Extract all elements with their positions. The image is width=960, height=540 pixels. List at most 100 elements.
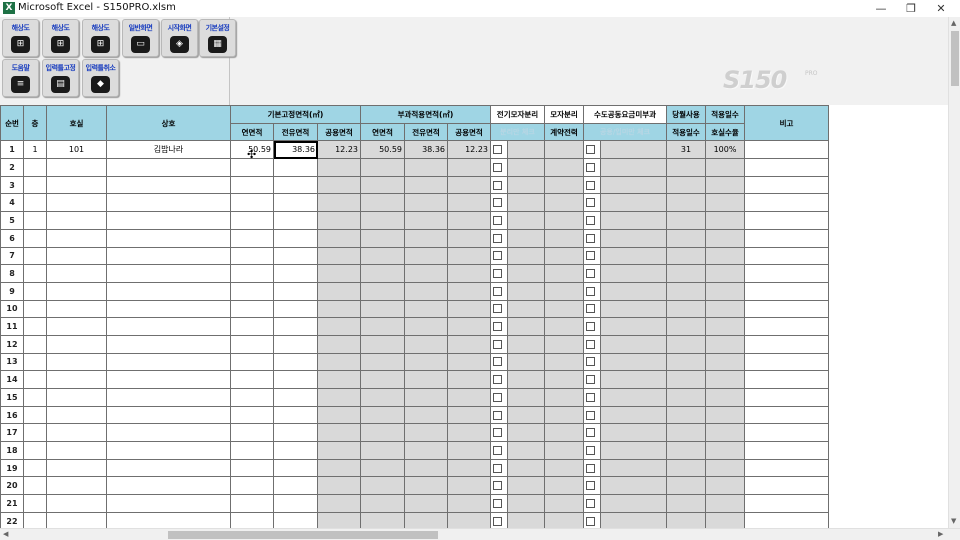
cell-cb2[interactable] <box>583 140 601 160</box>
cell-room[interactable] <box>46 193 107 213</box>
cell-waterx[interactable] <box>600 423 667 443</box>
cell-room[interactable] <box>46 281 107 301</box>
cell-note[interactable] <box>744 423 829 443</box>
cell-waterx[interactable] <box>600 211 667 230</box>
cell-contract[interactable] <box>544 246 584 266</box>
cell-own1[interactable] <box>273 476 318 496</box>
cell-name[interactable]: 김밥나라 <box>106 140 231 160</box>
cell-total1[interactable] <box>230 423 274 443</box>
cell-cb2[interactable] <box>583 228 601 248</box>
cell-name[interactable] <box>106 441 231 460</box>
cell-common1[interactable] <box>317 511 361 528</box>
checkbox[interactable] <box>586 498 595 508</box>
cell-common1[interactable] <box>317 246 361 266</box>
cell-cb1[interactable] <box>490 140 508 160</box>
checkbox[interactable] <box>493 162 502 172</box>
cell-days[interactable] <box>666 317 706 336</box>
cell-own2[interactable] <box>404 193 448 213</box>
cell-common2[interactable] <box>447 370 491 389</box>
cell-cb2[interactable] <box>583 476 601 496</box>
cell-contract[interactable] <box>544 476 584 496</box>
cell-note[interactable] <box>744 140 829 160</box>
cell-total2[interactable] <box>360 476 405 496</box>
cell-name[interactable] <box>106 246 231 266</box>
cell-rate[interactable] <box>705 334 745 354</box>
cell-cb1[interactable] <box>490 494 508 513</box>
cell-contract[interactable] <box>544 370 584 389</box>
cell-room[interactable] <box>46 228 107 248</box>
cell-n[interactable]: 10 <box>0 299 24 319</box>
cell-elecx[interactable] <box>507 476 545 496</box>
cell-n[interactable]: 6 <box>0 228 24 248</box>
cell-waterx[interactable] <box>600 476 667 496</box>
cell-rate[interactable] <box>705 370 745 389</box>
cell-waterx[interactable] <box>600 352 667 372</box>
cell-note[interactable] <box>744 193 829 213</box>
cell-common2[interactable] <box>447 388 491 407</box>
cell-floor[interactable] <box>23 423 47 443</box>
cell-own2[interactable] <box>404 228 448 248</box>
cell-contract[interactable] <box>544 441 584 460</box>
cell-name[interactable] <box>106 334 231 354</box>
toolbar-button-8[interactable]: 입력틀고정 ▤ <box>42 59 79 97</box>
cell-cb1[interactable] <box>490 370 508 389</box>
cell-room[interactable]: 101 <box>46 140 107 160</box>
cell-total2[interactable] <box>360 388 405 407</box>
cell-rate[interactable] <box>705 441 745 460</box>
cell-floor[interactable] <box>23 193 47 213</box>
cell-elecx[interactable] <box>507 352 545 372</box>
cell-n[interactable]: 3 <box>0 175 24 195</box>
checkbox[interactable] <box>586 251 595 261</box>
cell-elecx[interactable] <box>507 140 545 160</box>
cell-name[interactable] <box>106 370 231 389</box>
cell-cb2[interactable] <box>583 246 601 266</box>
cell-note[interactable] <box>744 299 829 319</box>
cell-name[interactable] <box>106 388 231 407</box>
cell-days[interactable] <box>666 281 706 301</box>
cell-room[interactable] <box>46 476 107 496</box>
cell-own2[interactable] <box>404 264 448 283</box>
cell-rate[interactable] <box>705 246 745 266</box>
checkbox[interactable] <box>493 269 502 279</box>
cell-common1[interactable] <box>317 405 361 425</box>
cell-own2[interactable] <box>404 175 448 195</box>
cell-cb2[interactable] <box>583 352 601 372</box>
checkbox[interactable] <box>586 145 595 155</box>
cell-cb1[interactable] <box>490 405 508 425</box>
cell-waterx[interactable] <box>600 388 667 407</box>
cell-rate[interactable] <box>705 494 745 513</box>
cell-rate[interactable] <box>705 281 745 301</box>
cell-own2[interactable] <box>404 388 448 407</box>
cell-room[interactable] <box>46 511 107 528</box>
cell-common2[interactable] <box>447 281 491 301</box>
cell-floor[interactable] <box>23 494 47 513</box>
cell-n[interactable]: 17 <box>0 423 24 443</box>
spreadsheet[interactable]: 순번 층 호실 상호 기본고정면적(㎡) 부과적용면적(㎡) 전기모자분리 모자… <box>0 105 948 528</box>
cell-contract[interactable] <box>544 511 584 528</box>
cell-elecx[interactable] <box>507 193 545 213</box>
cell-room[interactable] <box>46 299 107 319</box>
cell-waterx[interactable] <box>600 140 667 160</box>
cell-cb2[interactable] <box>583 494 601 513</box>
cell-rate[interactable] <box>705 352 745 372</box>
cell-rate[interactable] <box>705 193 745 213</box>
cell-days[interactable] <box>666 511 706 528</box>
cell-total2[interactable] <box>360 511 405 528</box>
cell-n[interactable]: 2 <box>0 158 24 177</box>
scroll-up-icon[interactable]: ▲ <box>951 19 956 27</box>
cell-own1[interactable] <box>273 281 318 301</box>
cell-cb1[interactable] <box>490 193 508 213</box>
cell-contract[interactable] <box>544 140 584 160</box>
cell-own1[interactable] <box>273 334 318 354</box>
cell-floor[interactable]: 1 <box>23 140 47 160</box>
cell-cb1[interactable] <box>490 299 508 319</box>
cell-room[interactable] <box>46 370 107 389</box>
cell-note[interactable] <box>744 317 829 336</box>
cell-note[interactable] <box>744 458 829 478</box>
cell-common2[interactable] <box>447 352 491 372</box>
cell-floor[interactable] <box>23 317 47 336</box>
cell-elecx[interactable] <box>507 299 545 319</box>
cell-common1[interactable] <box>317 334 361 354</box>
cell-elecx[interactable] <box>507 370 545 389</box>
cell-total2[interactable] <box>360 193 405 213</box>
